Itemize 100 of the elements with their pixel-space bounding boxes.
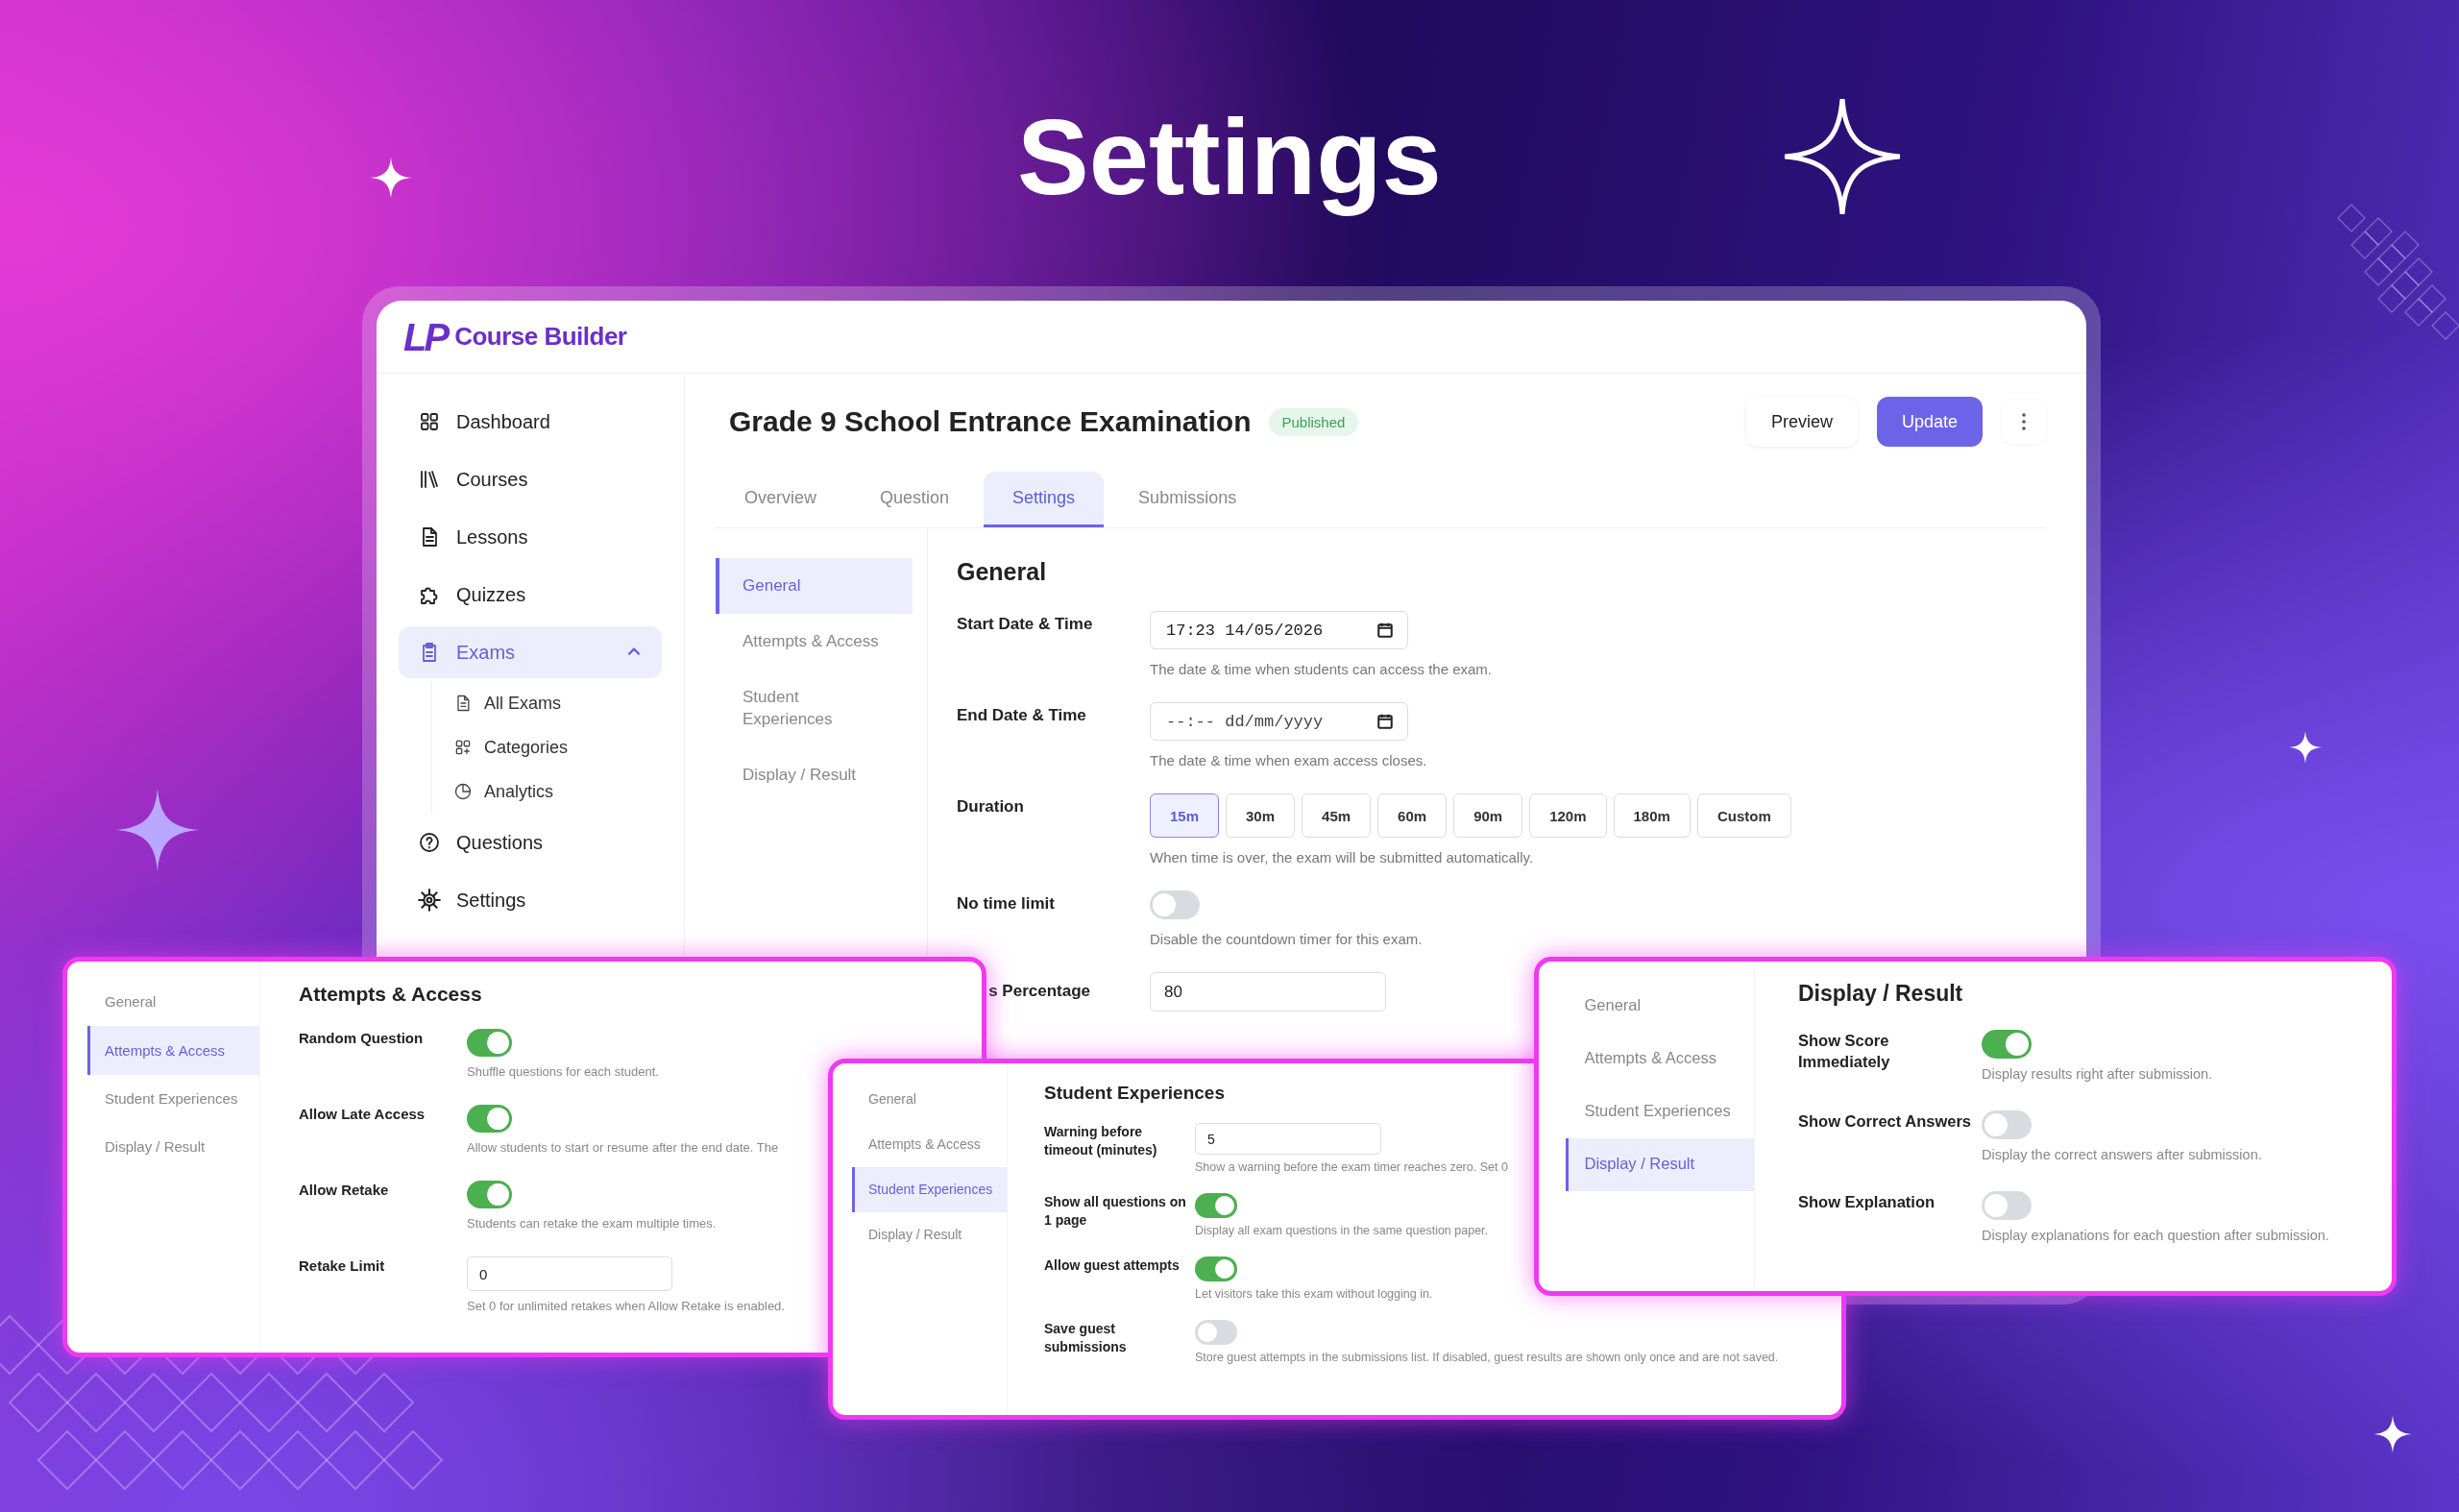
toggle-switch[interactable] xyxy=(1195,1193,1237,1218)
toggle-switch[interactable] xyxy=(467,1105,512,1133)
field-label: Start Date & Time xyxy=(957,614,1094,635)
settings-nav-item[interactable]: Display / Result xyxy=(1566,1137,1754,1192)
sidebar-subitem[interactable]: All Exams xyxy=(453,681,561,725)
gear-icon xyxy=(418,889,441,912)
settings-nav-item[interactable]: Display / Result xyxy=(852,1211,1007,1257)
help-text: The date & time when exam access closes. xyxy=(1150,752,1427,768)
toggle-switch[interactable] xyxy=(1195,1320,1237,1345)
pie-chart-icon xyxy=(453,782,473,801)
tab[interactable]: Submissions xyxy=(1109,472,1266,527)
setting-label: Save guest submissions xyxy=(1044,1320,1128,1356)
sidebar-item[interactable]: Dashboard xyxy=(399,396,662,448)
calendar-icon xyxy=(1376,713,1394,730)
date-time-field[interactable]: --:-- dd/mm/yyyy xyxy=(1150,702,1408,741)
settings-nav-item[interactable]: Student Experiences xyxy=(852,1166,1007,1212)
duration-option[interactable]: Custom xyxy=(1696,793,1791,838)
sidebar-subitem[interactable]: Categories xyxy=(453,725,569,769)
sidebar-item[interactable]: Exams xyxy=(399,626,662,678)
duration-option[interactable]: 180m xyxy=(1613,793,1691,838)
help-text: Let visitors take this exam without logging in. xyxy=(1195,1287,1433,1301)
section-heading: Attempts & Access xyxy=(299,983,483,1006)
sidebar-item[interactable]: Lessons xyxy=(399,511,662,563)
help-text: Show a warning before the exam timer reaches zero. Set 0 xyxy=(1195,1160,1508,1174)
settings-nav-item[interactable]: Student Experiences xyxy=(87,1074,259,1123)
tab[interactable]: Question xyxy=(851,472,979,527)
toggle-switch[interactable] xyxy=(467,1029,512,1057)
help-text: Disable the countdown timer for this exam. xyxy=(1150,931,1423,947)
toggle-switch[interactable] xyxy=(1195,1256,1237,1281)
duration-option[interactable]: 60m xyxy=(1377,793,1448,838)
question-circle-icon xyxy=(418,831,441,854)
toggle-switch[interactable] xyxy=(1982,1030,2032,1059)
toggle-switch[interactable] xyxy=(1982,1191,2032,1220)
settings-nav-item[interactable]: Display / Result xyxy=(87,1122,259,1171)
settings-nav-item[interactable]: General xyxy=(716,558,913,614)
settings-nav-item[interactable]: Student Experiences xyxy=(716,669,913,748)
tab[interactable]: Settings xyxy=(984,472,1105,527)
setting-label: Show all questions on 1 page xyxy=(1044,1193,1187,1230)
settings-nav-item[interactable]: Attempts & Access xyxy=(716,613,913,670)
brand-name: Course Builder xyxy=(454,322,627,352)
sparkle-icon xyxy=(1782,96,1903,217)
section-heading: General xyxy=(957,558,1048,586)
help-text: Display all exam questions in the same question paper. xyxy=(1195,1224,1489,1237)
setting-label: Warning before timeout (minutes) xyxy=(1044,1123,1158,1159)
setting-label: Show Score Immediately xyxy=(1798,1031,1891,1073)
help-text: Display results right after submission. xyxy=(1982,1066,2213,1082)
help-text: Set 0 for unlimited retakes when Allow Retake is enabled. xyxy=(467,1299,785,1313)
help-text: Store guest attempts in the submissions list. If disabled, guest results are shown only once and are not saved. xyxy=(1195,1351,1779,1364)
settings-nav-item[interactable]: General xyxy=(87,978,259,1027)
toggle-switch[interactable] xyxy=(1150,890,1200,919)
sidebar-item[interactable]: Courses xyxy=(399,453,662,505)
field-label: s Percentage xyxy=(987,981,1091,1002)
duration-option[interactable]: 30m xyxy=(1226,793,1296,838)
settings-nav-item[interactable]: Attempts & Access xyxy=(1566,1032,1754,1085)
setting-label: Show Explanation xyxy=(1798,1192,1936,1212)
duration-option[interactable]: 15m xyxy=(1150,793,1220,838)
settings-nav-item[interactable]: General xyxy=(1566,979,1754,1033)
sidebar-item[interactable]: Quizzes xyxy=(399,569,662,621)
help-text: Display explanations for each question after submission. xyxy=(1982,1228,2329,1243)
settings-nav-item[interactable]: Display / Result xyxy=(716,747,913,803)
sidebar-item[interactable]: Questions xyxy=(399,817,662,868)
setting-label: Random Question xyxy=(299,1029,425,1048)
help-text: Students can retake the exam multiple times. xyxy=(467,1216,717,1231)
help-text: Shuffle questions for each student. xyxy=(467,1064,659,1079)
help-text: Display the correct answers after submission. xyxy=(1982,1147,2262,1162)
tab[interactable]: Overview xyxy=(716,472,845,527)
help-text: The date & time when students can access the exam. xyxy=(1150,661,1493,677)
field-label: No time limit xyxy=(957,893,1056,915)
setting-label: Show Correct Answers xyxy=(1798,1111,1973,1132)
number-field[interactable]: 5 xyxy=(1195,1123,1381,1155)
settings-nav-item[interactable]: Attempts & Access xyxy=(87,1026,259,1075)
duration-option[interactable]: 45m xyxy=(1302,793,1372,838)
toggle-switch[interactable] xyxy=(1982,1110,2032,1139)
page-title: Grade 9 School Entrance Examination xyxy=(729,405,1252,438)
preview-button[interactable]: Preview xyxy=(1745,397,1858,447)
section-heading: Student Experiences xyxy=(1044,1083,1226,1104)
more-icon xyxy=(2021,412,2027,431)
grid-icon xyxy=(418,410,441,433)
field-label: Duration xyxy=(957,796,1025,817)
number-field[interactable]: 80 xyxy=(1150,972,1386,1012)
setting-label: Retake Limit xyxy=(299,1256,386,1276)
page-headline: Settings xyxy=(1017,96,1442,219)
settings-nav-item[interactable]: Attempts & Access xyxy=(852,1121,1007,1167)
settings-nav-item[interactable]: Student Experiences xyxy=(1566,1085,1754,1138)
toggle-switch[interactable] xyxy=(467,1181,512,1208)
sidebar-item[interactable]: Settings xyxy=(399,874,662,926)
duration-option[interactable]: 120m xyxy=(1529,793,1607,838)
date-time-field[interactable]: 17:23 14/05/2026 xyxy=(1150,611,1408,649)
duration-option[interactable]: 90m xyxy=(1453,793,1523,838)
number-field[interactable]: 0 xyxy=(467,1256,672,1291)
help-text: Allow students to start or resume after the end date. The xyxy=(467,1140,779,1155)
field-label: End Date & Time xyxy=(957,705,1087,726)
status-badge: Published xyxy=(1268,407,1359,436)
setting-label: Allow guest attempts xyxy=(1044,1256,1181,1275)
settings-nav-item[interactable]: General xyxy=(852,1077,1007,1122)
help-text: When time is over, the exam will be submitted automatically. xyxy=(1150,849,1534,866)
section-heading: Display / Result xyxy=(1798,981,1964,1007)
grid-plus-icon xyxy=(453,738,473,757)
sidebar-subitem[interactable]: Analytics xyxy=(453,769,554,814)
update-button[interactable]: Update xyxy=(1876,397,1983,447)
